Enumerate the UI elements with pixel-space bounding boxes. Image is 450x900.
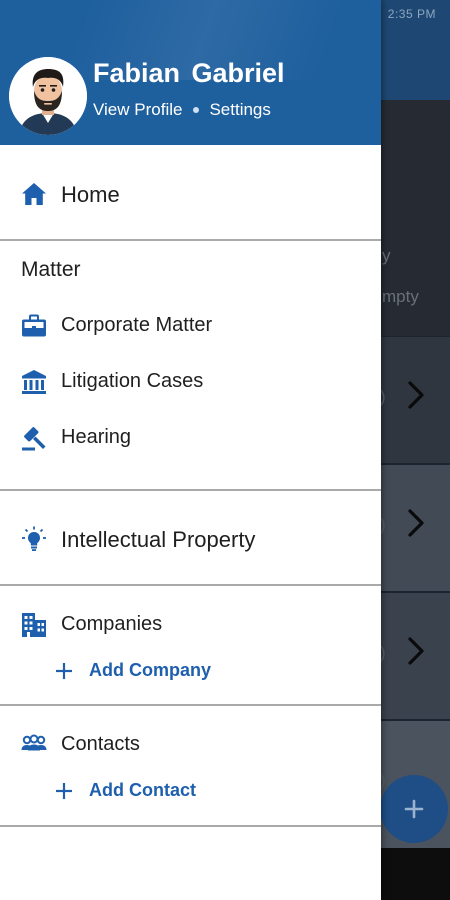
buildings-icon — [19, 610, 49, 640]
home-icon — [19, 179, 49, 209]
gavel-icon — [19, 423, 49, 453]
settings-link[interactable]: Settings — [209, 100, 270, 120]
plus-icon — [55, 782, 73, 800]
add-company-button[interactable]: Add Company — [55, 660, 211, 681]
nav-item-label: Companies — [61, 613, 163, 635]
nav-item-home[interactable]: Home — [0, 170, 381, 218]
plus-icon — [404, 799, 424, 819]
divider — [0, 704, 381, 706]
matter-section-title: Matter — [21, 258, 81, 281]
people-icon — [19, 730, 49, 760]
nav-item-label: Litigation Cases — [61, 370, 204, 392]
divider — [0, 489, 381, 491]
avatar[interactable] — [9, 57, 87, 135]
drawer-header: Fabian Gabriel View Profile Settings — [0, 0, 381, 145]
briefcase-icon — [19, 311, 49, 341]
lightbulb-icon — [19, 524, 49, 554]
chevron-right-icon — [402, 503, 428, 543]
nav-item-hearing[interactable]: Hearing — [0, 417, 381, 459]
chevron-right-icon — [402, 375, 428, 415]
divider — [0, 239, 381, 241]
nav-item-label: Contacts — [61, 733, 140, 755]
status-bar-time: 2:35 PM — [387, 7, 436, 21]
nav-item-corporate-matter[interactable]: Corporate Matter — [0, 305, 381, 347]
background-hero-subtext: mpty — [382, 287, 419, 306]
add-fab-button[interactable] — [380, 775, 448, 843]
divider — [0, 584, 381, 586]
background-hero-text: y — [382, 246, 391, 265]
nav-item-companies[interactable]: Companies — [0, 603, 381, 647]
add-contact-button[interactable]: Add Contact — [55, 780, 196, 801]
nav-item-litigation-cases[interactable]: Litigation Cases — [0, 361, 381, 403]
nav-item-label: Corporate Matter — [61, 314, 213, 336]
navigation-drawer: Fabian Gabriel View Profile Settings Hom… — [0, 0, 381, 900]
add-company-label: Add Company — [89, 660, 212, 680]
divider — [0, 825, 381, 827]
nav-item-contacts[interactable]: Contacts — [0, 723, 381, 767]
nav-item-label: Hearing — [61, 426, 132, 448]
nav-item-intellectual-property[interactable]: Intellectual Property — [0, 515, 381, 563]
chevron-right-icon — [402, 631, 428, 671]
courthouse-icon — [19, 367, 49, 397]
profile-links: View Profile Settings — [93, 100, 271, 120]
nav-item-label: Intellectual Property — [61, 527, 256, 552]
separator-dot — [193, 107, 200, 113]
plus-icon — [55, 662, 73, 680]
add-contact-label: Add Contact — [89, 780, 196, 800]
nav-item-label: Home — [61, 182, 120, 207]
user-name: Fabian Gabriel — [93, 58, 285, 88]
user-avatar-icon — [9, 57, 87, 135]
view-profile-link[interactable]: View Profile — [93, 100, 182, 120]
